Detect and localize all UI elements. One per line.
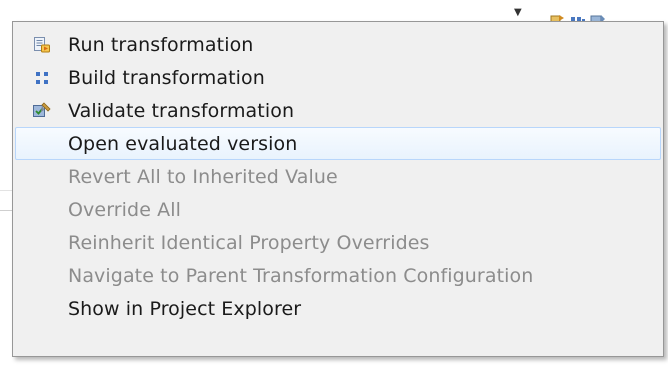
menu-item-navigate-to-parent-transformation-configuration[interactable]: Navigate to Parent Transformation Config… xyxy=(15,259,661,292)
build-transformation-icon xyxy=(16,62,68,93)
menu-item-label: Revert All to Inherited Value xyxy=(68,165,338,188)
menu-item-validate-transformation[interactable]: Validate transformation xyxy=(15,94,661,127)
menu-item-label: Override All xyxy=(68,198,182,221)
run-transformation-icon xyxy=(16,29,68,60)
context-menu: Run transformation Build transformation xyxy=(12,21,664,357)
menu-item-show-in-project-explorer[interactable]: Show in Project Explorer xyxy=(15,292,661,325)
view-toolbar: ▼ xyxy=(514,4,605,24)
validate-transformation-icon xyxy=(16,95,68,126)
toolbar-validate-icon[interactable] xyxy=(590,8,605,24)
menu-item-label: Show in Project Explorer xyxy=(68,297,302,320)
menu-item-revert-all-to-inherited-value[interactable]: Revert All to Inherited Value xyxy=(15,160,661,193)
menu-item-build-transformation[interactable]: Build transformation xyxy=(15,61,661,94)
menu-item-label: Reinherit Identical Property Overrides xyxy=(68,231,430,254)
menu-item-run-transformation[interactable]: Run transformation xyxy=(15,28,661,61)
toolbar-build-icon[interactable] xyxy=(570,8,585,21)
menu-item-label: Run transformation xyxy=(68,33,254,56)
toolbar-run-icon[interactable] xyxy=(550,8,564,24)
menu-item-label: Open evaluated version xyxy=(68,132,298,155)
menu-item-override-all[interactable]: Override All xyxy=(15,193,661,226)
view-divider-bottom xyxy=(0,210,12,211)
view-divider-left xyxy=(0,190,12,191)
workbench-background: ▼ Run transformation Build transformatio… xyxy=(0,0,668,365)
menu-item-label: Validate transformation xyxy=(68,99,295,122)
menu-item-reinherit-identical-property-overrides[interactable]: Reinherit Identical Property Overrides xyxy=(15,226,661,259)
menu-item-label: Build transformation xyxy=(68,66,265,89)
view-menu-dropdown-icon[interactable]: ▼ xyxy=(514,8,522,18)
menu-item-open-evaluated-version[interactable]: Open evaluated version xyxy=(15,127,661,160)
menu-item-label: Navigate to Parent Transformation Config… xyxy=(68,264,534,287)
